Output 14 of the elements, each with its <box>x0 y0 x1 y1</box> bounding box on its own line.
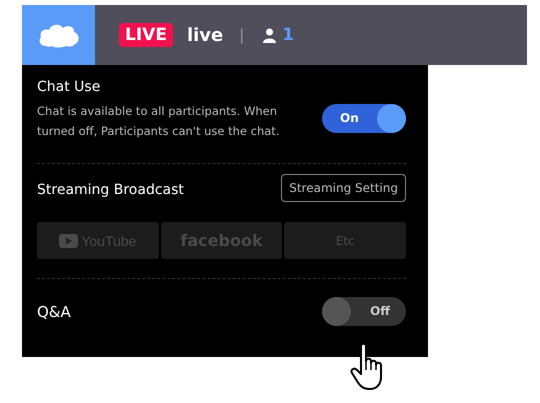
streaming-setting-button[interactable]: Streaming Setting <box>281 174 406 202</box>
section-title: Streaming Broadcast <box>37 182 184 198</box>
viewer-count: 1 <box>282 25 294 45</box>
live-badge: LIVE <box>119 23 173 47</box>
separator: | <box>239 26 244 44</box>
toggle-switch[interactable]: Off <box>322 297 406 326</box>
stream-title: live <box>186 24 224 46</box>
section-title: Chat Use <box>37 79 102 95</box>
toggle-switch[interactable]: On <box>322 104 406 132</box>
chat-description: Chat is available to all participants. When turned off, Participants can't use the chat. <box>37 103 280 140</box>
play-icon <box>59 234 78 248</box>
cloud-icon <box>38 22 80 48</box>
section-title: Q&A <box>37 302 71 320</box>
person-icon <box>262 28 278 42</box>
